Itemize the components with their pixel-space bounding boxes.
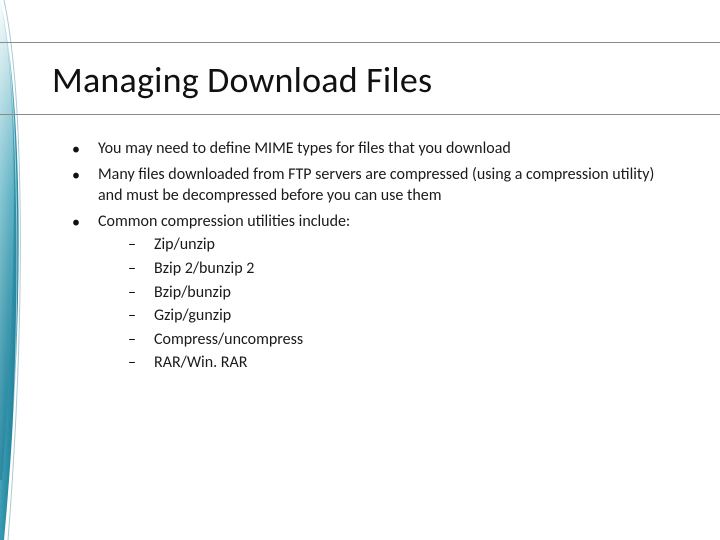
bullet-text: You may need to define MIME types for fi… — [98, 139, 511, 158]
bullet-text: Many files downloaded from FTP servers a… — [98, 165, 654, 206]
sub-bullet-item: Bzip/bunzip — [98, 282, 670, 304]
side-accent-graphic — [0, 0, 30, 540]
sub-bullet-item: RAR/Win. RAR — [98, 352, 670, 374]
sub-bullet-text: Bzip/bunzip — [154, 283, 231, 302]
sub-bullet-text: RAR/Win. RAR — [154, 353, 247, 372]
slide-title: Managing Download Files — [52, 58, 432, 102]
sub-bullet-text: Gzip/gunzip — [154, 306, 231, 325]
sub-bullet-item: Bzip 2/bunzip 2 — [98, 258, 670, 280]
title-underline — [0, 114, 720, 115]
sub-bullet-item: Compress/uncompress — [98, 329, 670, 351]
top-divider — [0, 42, 720, 43]
sub-bullet-item: Gzip/gunzip — [98, 305, 670, 327]
sub-bullet-item: Zip/unzip — [98, 234, 670, 256]
bullet-item: Common compression utilities include: Zi… — [68, 211, 670, 374]
slide-body: You may need to define MIME types for fi… — [68, 138, 670, 378]
bullet-item: Many files downloaded from FTP servers a… — [68, 164, 670, 207]
sub-bullet-text: Compress/uncompress — [154, 330, 303, 349]
sub-bullet-text: Zip/unzip — [154, 235, 215, 254]
sub-bullet-text: Bzip 2/bunzip 2 — [154, 259, 254, 278]
bullet-item: You may need to define MIME types for fi… — [68, 138, 670, 160]
bullet-text: Common compression utilities include: — [98, 212, 350, 231]
